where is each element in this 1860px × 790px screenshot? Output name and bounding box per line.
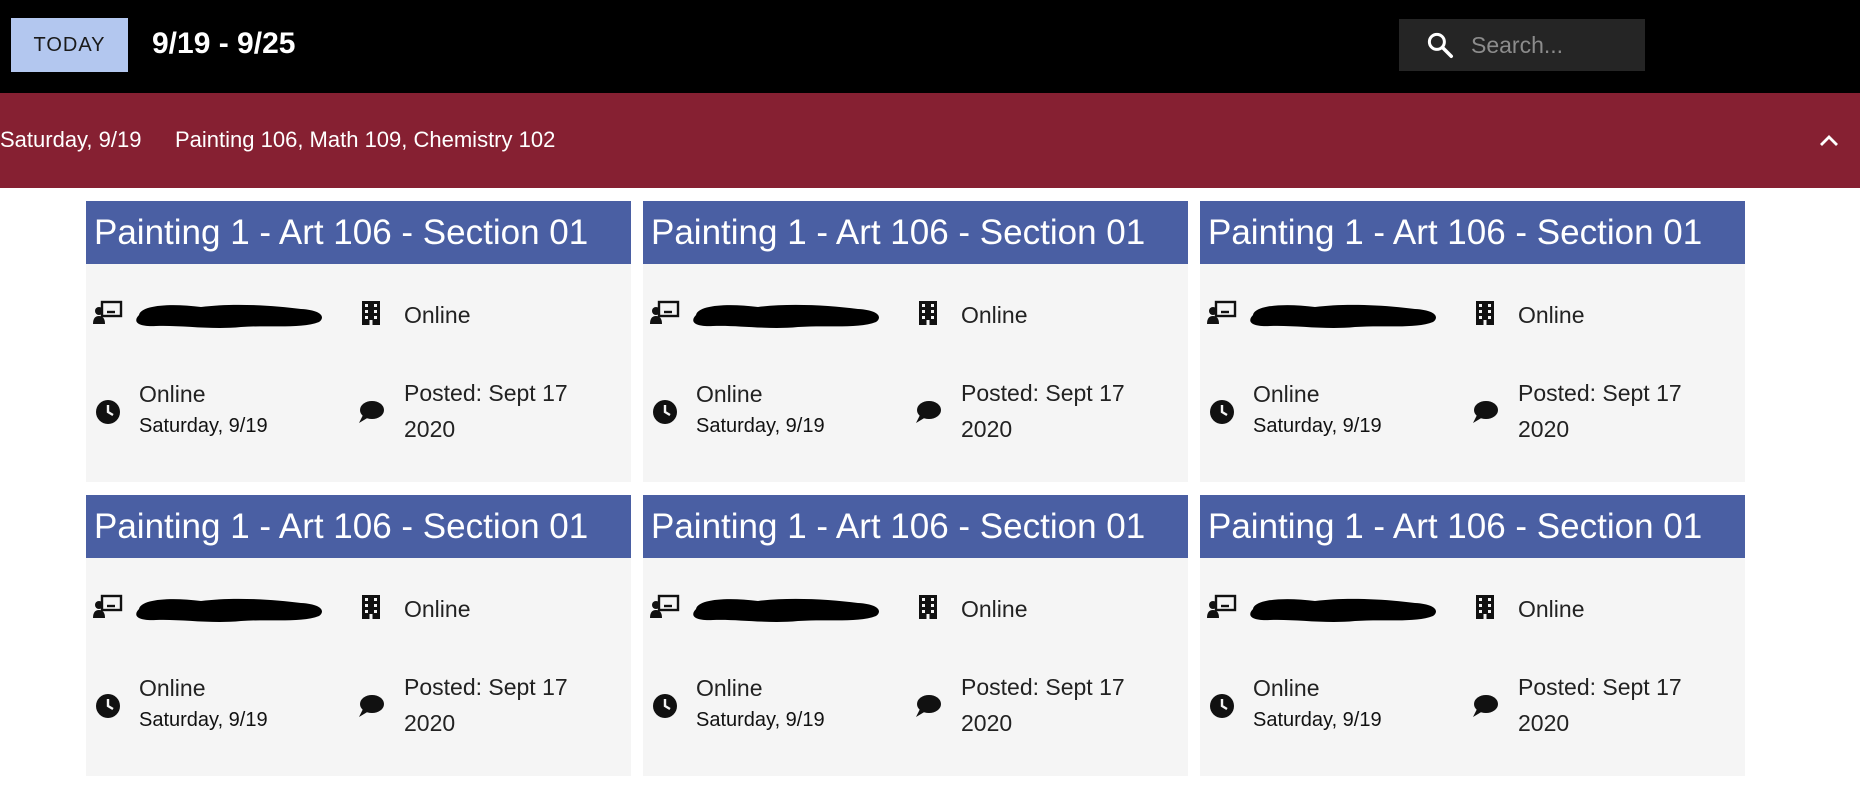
top-bar: TODAY 9/19 - 9/25 (0, 0, 1860, 93)
chat-bubble-icon (1470, 691, 1500, 721)
meeting-mode: Online (1253, 381, 1320, 407)
date-range: 9/19 - 9/25 (152, 27, 296, 60)
meeting-day: Saturday, 9/19 (139, 415, 268, 437)
posted-date: Posted: Sept 17 2020 (961, 380, 1125, 442)
day-header-date: Saturday, 9/19 (0, 127, 142, 152)
course-title: Painting 1 - Art 106 - Section 01 (86, 201, 631, 264)
chevron-up-icon[interactable] (1814, 126, 1844, 156)
search-input[interactable] (1469, 30, 1643, 60)
redacted-instructor-name (693, 598, 879, 622)
course-card[interactable]: Painting 1 - Art 106 - Section 01 Online… (1200, 495, 1745, 776)
course-card[interactable]: Painting 1 - Art 106 - Section 01 Online… (86, 495, 631, 776)
chat-bubble-icon (1470, 397, 1500, 427)
chat-bubble-icon (356, 397, 386, 427)
redacted-instructor-name (1250, 598, 1436, 622)
location-text: Online (1518, 302, 1585, 328)
location-text: Online (404, 596, 471, 622)
clock-icon (650, 691, 680, 721)
meeting-mode: Online (139, 675, 206, 701)
meeting-day: Saturday, 9/19 (696, 709, 825, 731)
building-icon (913, 592, 943, 622)
building-icon (913, 298, 943, 328)
location-text: Online (961, 596, 1028, 622)
location-text: Online (404, 302, 471, 328)
posted-date: Posted: Sept 17 2020 (404, 674, 568, 736)
redacted-instructor-name (1250, 304, 1436, 328)
posted-date: Posted: Sept 17 2020 (1518, 674, 1682, 736)
redacted-instructor-name (136, 598, 322, 622)
course-card[interactable]: Painting 1 - Art 106 - Section 01 Online… (643, 495, 1188, 776)
instructor-icon (93, 592, 123, 622)
clock-icon (93, 691, 123, 721)
posted-date: Posted: Sept 17 2020 (404, 380, 568, 442)
meeting-day: Saturday, 9/19 (696, 415, 825, 437)
course-card[interactable]: Painting 1 - Art 106 - Section 01 Online… (1200, 201, 1745, 482)
course-card-grid: Painting 1 - Art 106 - Section 01 Online… (86, 201, 1745, 776)
course-title: Painting 1 - Art 106 - Section 01 (1200, 201, 1745, 264)
clock-icon (93, 397, 123, 427)
clock-icon (1207, 691, 1237, 721)
building-icon (356, 298, 386, 328)
course-card[interactable]: Painting 1 - Art 106 - Section 01 Online… (86, 201, 631, 482)
course-card[interactable]: Painting 1 - Art 106 - Section 01 Online… (643, 201, 1188, 482)
chat-bubble-icon (913, 691, 943, 721)
meeting-mode: Online (696, 381, 763, 407)
location-text: Online (961, 302, 1028, 328)
meeting-mode: Online (696, 675, 763, 701)
meeting-day: Saturday, 9/19 (139, 709, 268, 731)
building-icon (356, 592, 386, 622)
instructor-icon (650, 592, 680, 622)
meeting-mode: Online (139, 381, 206, 407)
course-title: Painting 1 - Art 106 - Section 01 (86, 495, 631, 558)
meeting-day: Saturday, 9/19 (1253, 709, 1382, 731)
search-box[interactable] (1399, 19, 1645, 71)
building-icon (1470, 592, 1500, 622)
day-header[interactable]: Saturday, 9/19 Painting 106, Math 109, C… (0, 93, 1860, 188)
redacted-instructor-name (693, 304, 879, 328)
instructor-icon (1207, 298, 1237, 328)
redacted-instructor-name (136, 304, 322, 328)
meeting-mode: Online (1253, 675, 1320, 701)
course-title: Painting 1 - Art 106 - Section 01 (643, 495, 1188, 558)
today-button[interactable]: TODAY (11, 18, 128, 72)
location-text: Online (1518, 596, 1585, 622)
posted-date: Posted: Sept 17 2020 (1518, 380, 1682, 442)
clock-icon (650, 397, 680, 427)
chat-bubble-icon (356, 691, 386, 721)
search-icon (1427, 32, 1453, 58)
instructor-icon (1207, 592, 1237, 622)
posted-date: Posted: Sept 17 2020 (961, 674, 1125, 736)
clock-icon (1207, 397, 1237, 427)
course-title: Painting 1 - Art 106 - Section 01 (643, 201, 1188, 264)
day-header-courses: Painting 106, Math 109, Chemistry 102 (175, 127, 556, 152)
chat-bubble-icon (913, 397, 943, 427)
instructor-icon (93, 298, 123, 328)
instructor-icon (650, 298, 680, 328)
building-icon (1470, 298, 1500, 328)
meeting-day: Saturday, 9/19 (1253, 415, 1382, 437)
course-title: Painting 1 - Art 106 - Section 01 (1200, 495, 1745, 558)
